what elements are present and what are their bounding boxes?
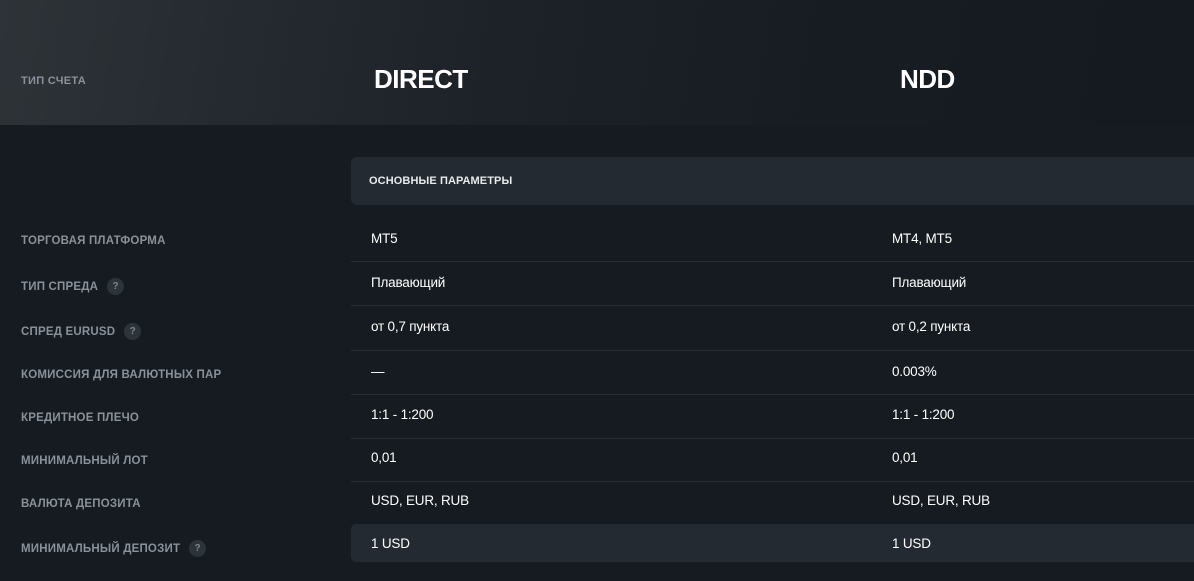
ndd-value: от 0,2 пункта [892,319,971,334]
question-circle-icon[interactable]: ? [124,323,142,340]
param-row-commission: КОМИССИЯ ДЛЯ ВАЛЮТНЫХ ПАР — 0.003% [0,351,1194,395]
ndd-value: 0,01 [892,450,918,465]
ndd-value: MT4, MT5 [892,231,952,246]
account-ndd-title: NDD [900,64,955,94]
ndd-value: 1 USD [892,536,931,551]
section-title: ОСНОВНЫЕ ПАРАМЕТРЫ [369,175,513,187]
param-label: ТОРГОВАЯ ПЛАТФОРМА [21,235,166,247]
param-label: СПРЕД EURUSD ? [21,323,142,340]
param-row-leverage: КРЕДИТНОЕ ПЛЕЧО 1:1 - 1:200 1:1 - 1:200 [0,395,1194,439]
ndd-value: USD, EUR, RUB [892,493,990,508]
param-label-text: КОМИССИЯ ДЛЯ ВАЛЮТНЫХ ПАР [21,369,222,381]
param-label-text: ТОРГОВАЯ ПЛАТФОРМА [21,235,166,247]
param-label: МИНИМАЛЬНЫЙ ЛОТ [21,455,148,467]
direct-value: 1:1 - 1:200 [371,407,434,422]
row-highlight [351,524,1194,562]
section-main-parameters: ОСНОВНЫЕ ПАРАМЕТРЫ [351,157,1194,205]
account-type-label: ТИП СЧЕТА [21,75,86,87]
row-divider [351,305,1194,306]
direct-value: — [371,364,385,379]
param-row-deposit-currency: ВАЛЮТА ДЕПОЗИТА USD, EUR, RUB USD, EUR, … [0,481,1194,525]
param-row-spread-eurusd: СПРЕД EURUSD ? от 0,7 пункта от 0,2 пунк… [0,307,1194,351]
param-row-platform: ТОРГОВАЯ ПЛАТФОРМА MT5 MT4, MT5 [0,218,1194,262]
param-label-text: ТИП СПРЕДА [21,280,99,293]
account-type-header: ТИП СЧЕТА DIRECT NDD [0,0,1194,125]
direct-value: 0,01 [371,450,397,465]
param-label: ВАЛЮТА ДЕПОЗИТА [21,498,141,510]
direct-value: USD, EUR, RUB [371,493,469,508]
ndd-value: Плавающий [892,275,967,290]
param-label: МИНИМАЛЬНЫЙ ДЕПОЗИТ ? [21,540,207,557]
ndd-value: 0.003% [892,364,937,379]
param-label-text: СПРЕД EURUSD [21,325,116,338]
param-label-text: МИНИМАЛЬНЫЙ ДЕПОЗИТ [21,542,181,555]
direct-value: MT5 [371,231,398,246]
direct-value: Плавающий [371,275,446,290]
direct-value: 1 USD [371,536,410,551]
param-row-spread-type: ТИП СПРЕДА ? Плавающий Плавающий [0,262,1194,306]
param-row-min-deposit: МИНИМАЛЬНЫЙ ДЕПОЗИТ ? 1 USD 1 USD [0,524,1194,562]
question-circle-icon[interactable]: ? [189,540,207,557]
direct-value: от 0,7 пункта [371,319,450,334]
param-row-min-lot: МИНИМАЛЬНЫЙ ЛОТ 0,01 0,01 [0,438,1194,482]
param-label: ТИП СПРЕДА ? [21,278,125,295]
param-label: КРЕДИТНОЕ ПЛЕЧО [21,412,139,424]
account-direct-title: DIRECT [374,64,468,94]
param-label-text: ВАЛЮТА ДЕПОЗИТА [21,498,141,510]
param-label-text: МИНИМАЛЬНЫЙ ЛОТ [21,455,148,467]
param-label: КОМИССИЯ ДЛЯ ВАЛЮТНЫХ ПАР [21,369,221,381]
ndd-value: 1:1 - 1:200 [892,407,955,422]
question-circle-icon[interactable]: ? [107,278,125,295]
account-comparison-page: ТИП СЧЕТА DIRECT NDD ОСНОВНЫЕ ПАРАМЕТРЫ … [0,0,1194,581]
param-label-text: КРЕДИТНОЕ ПЛЕЧО [21,412,139,424]
